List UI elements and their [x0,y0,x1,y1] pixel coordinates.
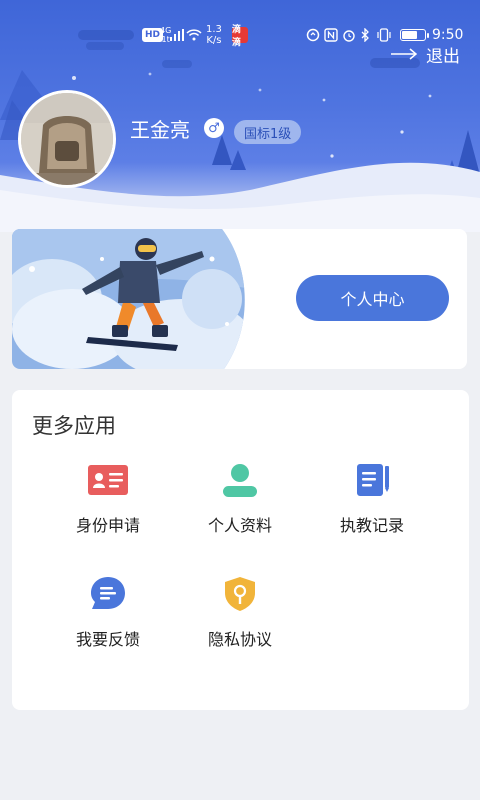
nfc-icon [324,22,338,48]
snowboarder-illustration [12,229,245,369]
more-apps-card: 更多应用 身份申请 个人资料 执教记录 我要反馈 隐私协议 [12,390,469,710]
app-item-personal-info[interactable]: 个人资料 [180,462,300,536]
more-apps-title: 更多应用 [32,414,116,438]
app-label-feedback: 我要反馈 [75,630,140,649]
level-badge: 国标1级 [234,120,302,144]
notification-app-label: 滴滴 [232,25,248,48]
app-item-coaching-record[interactable]: 执教记录 [312,462,432,536]
avatar[interactable] [18,90,116,188]
bluetooth-icon [360,22,370,48]
record-icon [357,464,389,496]
network-type-bottom: 1t [161,35,170,44]
id-card-icon [88,465,128,495]
app-label-privacy-policy: 隐私协议 [207,630,272,649]
logout-button[interactable]: 退出 [390,42,460,67]
banner-card: 个人中心 [12,229,467,369]
app-item-identity-application[interactable]: 身份申请 [48,462,168,536]
wifi-icon [186,22,202,48]
app-label-coaching-record: 执教记录 [339,516,404,535]
app-item-privacy-policy[interactable]: 隐私协议 [180,576,300,650]
app-label-identity-application: 身份申请 [75,516,140,535]
avatar-image [21,93,113,185]
app-label-personal-info: 个人资料 [207,516,272,535]
username: 王金亮 [130,118,190,142]
network-speed: 1.3 K/s [206,22,222,48]
personal-center-button[interactable]: 个人中心 [296,275,449,321]
privacy-icon [225,577,255,611]
feedback-icon [91,577,125,609]
notification-app-icon: 滴滴 [232,22,248,48]
data-saver-icon [306,22,320,48]
logout-label: 退出 [426,46,460,67]
signal-icon [170,22,184,48]
alarm-icon [342,22,356,48]
arrow-right-icon [391,48,418,60]
network-speed-unit: K/s [206,35,222,46]
profile-icon [223,464,257,497]
app-item-feedback[interactable]: 我要反馈 [48,576,168,650]
battery-level [402,31,417,39]
network-speed-value: 1.3 [206,24,222,35]
profile-header: HD 4G 1t 1.3 K/s 滴滴 9:50 退出 王金亮 ♂ 国标1级 [0,0,480,232]
male-gender-icon: ♂ [204,118,224,138]
